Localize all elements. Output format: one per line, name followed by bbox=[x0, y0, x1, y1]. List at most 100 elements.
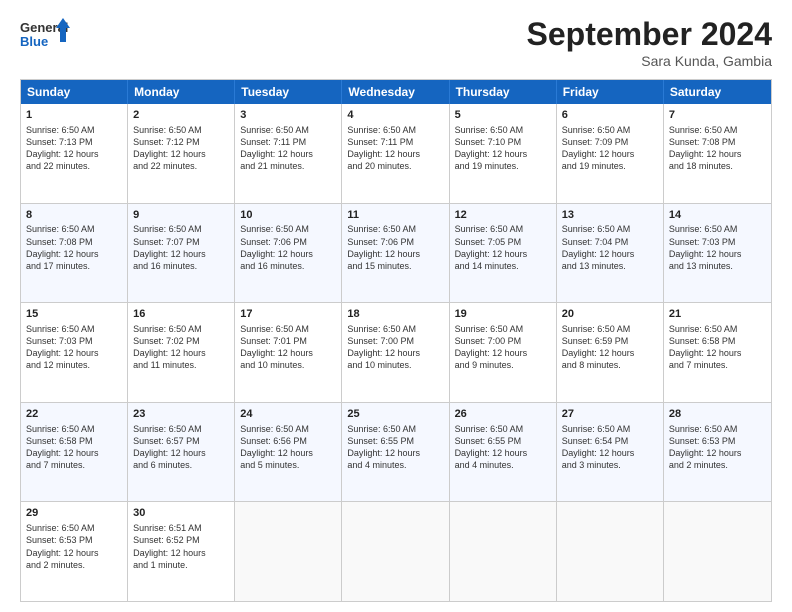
day-info-line: and 7 minutes. bbox=[26, 459, 122, 471]
header-cell-thursday: Thursday bbox=[450, 80, 557, 104]
day-number: 8 bbox=[26, 208, 122, 223]
day-info-line: Sunrise: 6:50 AM bbox=[240, 323, 336, 335]
day-info-line: Sunrise: 6:50 AM bbox=[240, 124, 336, 136]
day-info-line: Sunset: 7:11 PM bbox=[240, 136, 336, 148]
day-cell-24: 24Sunrise: 6:50 AMSunset: 6:56 PMDayligh… bbox=[235, 403, 342, 502]
day-info-line: and 5 minutes. bbox=[240, 459, 336, 471]
day-info-line: Sunset: 7:05 PM bbox=[455, 236, 551, 248]
day-info-line: and 7 minutes. bbox=[669, 359, 766, 371]
calendar-week-2: 8Sunrise: 6:50 AMSunset: 7:08 PMDaylight… bbox=[21, 203, 771, 303]
day-info-line: Daylight: 12 hours bbox=[347, 148, 443, 160]
day-info-line: Sunset: 7:03 PM bbox=[26, 335, 122, 347]
day-info-line: Sunset: 7:09 PM bbox=[562, 136, 658, 148]
day-info-line: and 22 minutes. bbox=[133, 160, 229, 172]
day-info-line: Daylight: 12 hours bbox=[26, 447, 122, 459]
day-info-line: and 8 minutes. bbox=[562, 359, 658, 371]
day-cell-empty bbox=[664, 502, 771, 601]
day-info-line: Sunset: 7:00 PM bbox=[347, 335, 443, 347]
location-subtitle: Sara Kunda, Gambia bbox=[527, 53, 772, 69]
day-info-line: Daylight: 12 hours bbox=[455, 447, 551, 459]
day-info-line: and 12 minutes. bbox=[26, 359, 122, 371]
day-info-line: Sunrise: 6:50 AM bbox=[562, 223, 658, 235]
day-info-line: Sunrise: 6:50 AM bbox=[562, 323, 658, 335]
day-info-line: Daylight: 12 hours bbox=[669, 447, 766, 459]
day-info-line: Sunrise: 6:50 AM bbox=[562, 124, 658, 136]
day-number: 3 bbox=[240, 108, 336, 123]
day-cell-empty bbox=[235, 502, 342, 601]
day-info-line: Daylight: 12 hours bbox=[133, 148, 229, 160]
day-info-line: and 4 minutes. bbox=[455, 459, 551, 471]
day-cell-18: 18Sunrise: 6:50 AMSunset: 7:00 PMDayligh… bbox=[342, 303, 449, 402]
day-info-line: and 2 minutes. bbox=[669, 459, 766, 471]
day-info-line: Sunrise: 6:50 AM bbox=[26, 223, 122, 235]
day-number: 20 bbox=[562, 307, 658, 322]
day-number: 30 bbox=[133, 506, 229, 521]
header-cell-saturday: Saturday bbox=[664, 80, 771, 104]
calendar-week-4: 22Sunrise: 6:50 AMSunset: 6:58 PMDayligh… bbox=[21, 402, 771, 502]
day-info-line: Sunrise: 6:50 AM bbox=[669, 423, 766, 435]
day-info-line: and 10 minutes. bbox=[347, 359, 443, 371]
day-info-line: and 6 minutes. bbox=[133, 459, 229, 471]
day-info-line: Sunset: 7:04 PM bbox=[562, 236, 658, 248]
day-cell-1: 1Sunrise: 6:50 AMSunset: 7:13 PMDaylight… bbox=[21, 104, 128, 203]
day-info-line: and 1 minute. bbox=[133, 559, 229, 571]
day-info-line: and 16 minutes. bbox=[133, 260, 229, 272]
calendar: SundayMondayTuesdayWednesdayThursdayFrid… bbox=[20, 79, 772, 602]
day-info-line: Daylight: 12 hours bbox=[669, 148, 766, 160]
day-cell-4: 4Sunrise: 6:50 AMSunset: 7:11 PMDaylight… bbox=[342, 104, 449, 203]
day-info-line: Daylight: 12 hours bbox=[240, 148, 336, 160]
day-cell-20: 20Sunrise: 6:50 AMSunset: 6:59 PMDayligh… bbox=[557, 303, 664, 402]
day-info-line: and 20 minutes. bbox=[347, 160, 443, 172]
day-number: 26 bbox=[455, 407, 551, 422]
calendar-header: SundayMondayTuesdayWednesdayThursdayFrid… bbox=[21, 80, 771, 104]
day-info-line: Daylight: 12 hours bbox=[562, 148, 658, 160]
day-info-line: Sunrise: 6:50 AM bbox=[240, 223, 336, 235]
day-info-line: Sunrise: 6:51 AM bbox=[133, 522, 229, 534]
day-info-line: Sunset: 6:53 PM bbox=[669, 435, 766, 447]
day-info-line: Sunrise: 6:50 AM bbox=[26, 323, 122, 335]
day-number: 4 bbox=[347, 108, 443, 123]
day-number: 22 bbox=[26, 407, 122, 422]
day-cell-25: 25Sunrise: 6:50 AMSunset: 6:55 PMDayligh… bbox=[342, 403, 449, 502]
day-info-line: Sunset: 7:11 PM bbox=[347, 136, 443, 148]
day-info-line: Daylight: 12 hours bbox=[455, 148, 551, 160]
day-number: 19 bbox=[455, 307, 551, 322]
day-cell-17: 17Sunrise: 6:50 AMSunset: 7:01 PMDayligh… bbox=[235, 303, 342, 402]
day-number: 10 bbox=[240, 208, 336, 223]
day-number: 11 bbox=[347, 208, 443, 223]
day-cell-empty bbox=[342, 502, 449, 601]
day-info-line: Daylight: 12 hours bbox=[26, 547, 122, 559]
day-info-line: Daylight: 12 hours bbox=[347, 248, 443, 260]
day-info-line: Daylight: 12 hours bbox=[455, 248, 551, 260]
day-info-line: Sunset: 7:03 PM bbox=[669, 236, 766, 248]
day-cell-3: 3Sunrise: 6:50 AMSunset: 7:11 PMDaylight… bbox=[235, 104, 342, 203]
day-info-line: Sunrise: 6:50 AM bbox=[347, 124, 443, 136]
day-cell-19: 19Sunrise: 6:50 AMSunset: 7:00 PMDayligh… bbox=[450, 303, 557, 402]
day-info-line: and 2 minutes. bbox=[26, 559, 122, 571]
day-info-line: Sunset: 6:58 PM bbox=[669, 335, 766, 347]
day-number: 15 bbox=[26, 307, 122, 322]
day-number: 25 bbox=[347, 407, 443, 422]
day-info-line: Sunrise: 6:50 AM bbox=[133, 124, 229, 136]
day-cell-empty bbox=[557, 502, 664, 601]
day-info-line: Sunset: 7:00 PM bbox=[455, 335, 551, 347]
day-cell-10: 10Sunrise: 6:50 AMSunset: 7:06 PMDayligh… bbox=[235, 204, 342, 303]
day-cell-8: 8Sunrise: 6:50 AMSunset: 7:08 PMDaylight… bbox=[21, 204, 128, 303]
calendar-week-1: 1Sunrise: 6:50 AMSunset: 7:13 PMDaylight… bbox=[21, 104, 771, 203]
page-header: General Blue September 2024 Sara Kunda, … bbox=[20, 16, 772, 69]
logo-svg: General Blue bbox=[20, 16, 70, 58]
day-cell-2: 2Sunrise: 6:50 AMSunset: 7:12 PMDaylight… bbox=[128, 104, 235, 203]
day-number: 5 bbox=[455, 108, 551, 123]
day-cell-21: 21Sunrise: 6:50 AMSunset: 6:58 PMDayligh… bbox=[664, 303, 771, 402]
day-info-line: and 13 minutes. bbox=[562, 260, 658, 272]
day-info-line: Sunrise: 6:50 AM bbox=[562, 423, 658, 435]
day-info-line: Sunset: 7:08 PM bbox=[669, 136, 766, 148]
header-cell-sunday: Sunday bbox=[21, 80, 128, 104]
day-info-line: and 15 minutes. bbox=[347, 260, 443, 272]
day-info-line: and 18 minutes. bbox=[669, 160, 766, 172]
day-info-line: Sunset: 6:55 PM bbox=[347, 435, 443, 447]
day-info-line: and 16 minutes. bbox=[240, 260, 336, 272]
day-info-line: Daylight: 12 hours bbox=[455, 347, 551, 359]
day-info-line: Daylight: 12 hours bbox=[669, 248, 766, 260]
day-number: 18 bbox=[347, 307, 443, 322]
